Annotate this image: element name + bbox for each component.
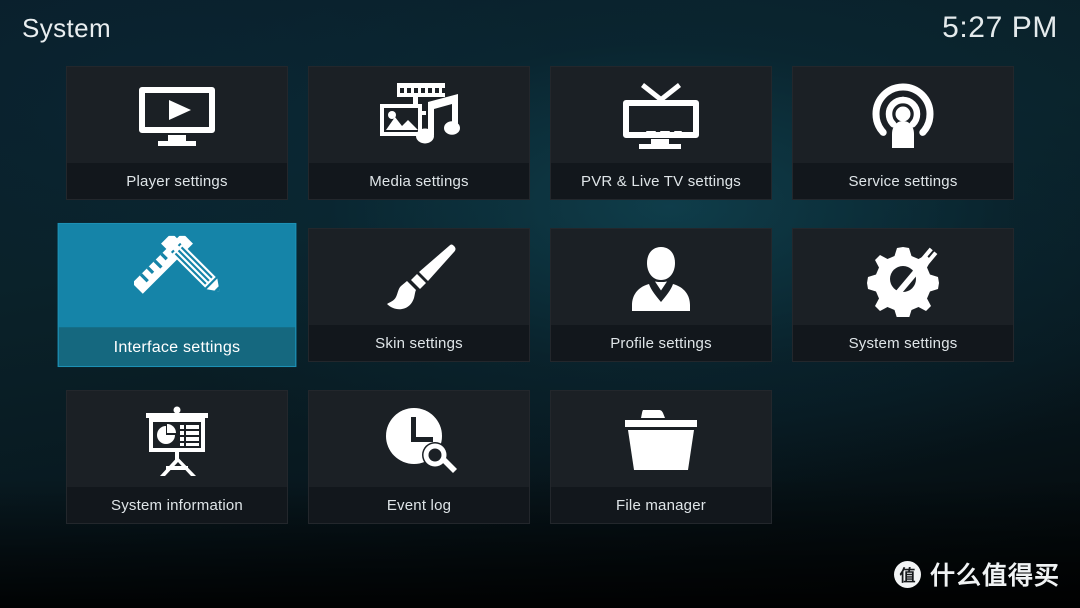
settings-tile-label: Profile settings (551, 325, 771, 361)
paintbrush-icon (309, 229, 529, 325)
clock: 5:27 PM (942, 11, 1058, 44)
settings-grid: Player settings Media settings PVR & Liv… (57, 66, 1016, 524)
kodi-system-screen: System 5:27 PM Player settings Media set… (0, 0, 1080, 608)
settings-tile-file-manager[interactable]: File manager (550, 390, 772, 524)
settings-tile-label: Interface settings (58, 327, 296, 366)
settings-tile-media-settings[interactable]: Media settings (308, 66, 530, 200)
settings-tile-system-information[interactable]: System information (66, 390, 288, 524)
settings-tile-label: File manager (551, 487, 771, 523)
settings-tile-pvr-live-tv-settings[interactable]: PVR & Live TV settings (550, 66, 772, 200)
tv-antenna-icon (551, 67, 771, 163)
monitor-play-icon (67, 67, 287, 163)
presentation-chart-icon (67, 391, 287, 487)
gear-screwdriver-icon (793, 229, 1013, 325)
settings-tile-event-log[interactable]: Event log (308, 390, 530, 524)
film-photo-music-icon (309, 67, 529, 163)
settings-tile-label: System information (67, 487, 287, 523)
watermark-badge-icon: 值 (893, 560, 921, 588)
settings-tile-label: Service settings (793, 163, 1013, 199)
settings-tile-profile-settings[interactable]: Profile settings (550, 228, 772, 362)
settings-tile-player-settings[interactable]: Player settings (66, 66, 288, 200)
watermark: 值 什么值得买 (893, 556, 1060, 592)
settings-tile-interface-settings[interactable]: Interface settings (57, 222, 297, 368)
settings-tile-label: PVR & Live TV settings (551, 163, 771, 199)
settings-tile-label: Event log (309, 487, 529, 523)
page-title: System (22, 12, 112, 43)
settings-tile-label: Player settings (67, 163, 287, 199)
settings-tile-skin-settings[interactable]: Skin settings (308, 228, 530, 362)
settings-tile-label: Media settings (309, 163, 529, 199)
pencil-ruler-icon (59, 224, 296, 327)
settings-tile-label: Skin settings (309, 325, 529, 361)
watermark-text: 什么值得买 (929, 561, 1060, 590)
settings-tile-label: System settings (793, 325, 1013, 361)
clock-search-icon (309, 391, 529, 487)
header-bar: System 5:27 PM (0, 0, 1080, 56)
person-bust-icon (551, 229, 771, 325)
broadcast-person-icon (793, 67, 1013, 163)
settings-tile-system-settings[interactable]: System settings (792, 228, 1014, 362)
folder-icon (551, 391, 771, 487)
settings-tile-service-settings[interactable]: Service settings (792, 66, 1014, 200)
